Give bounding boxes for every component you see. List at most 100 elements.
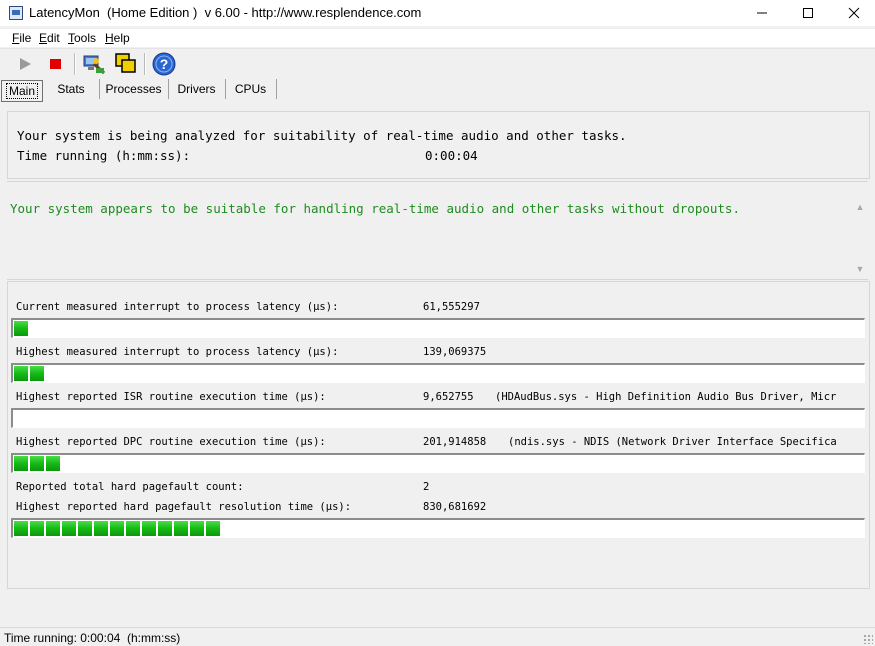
dpc-driver-info: (ndis.sys - NDIS (Network Driver Interfa…	[508, 436, 837, 448]
stop-button[interactable]	[44, 52, 68, 76]
pagefault-resolution-label: Highest reported hard pagefault resoluti…	[16, 501, 352, 513]
current-latency-value: 61,555297	[423, 301, 480, 313]
pagefault-count-value: 2	[423, 481, 430, 493]
tab-main[interactable]: Main	[1, 80, 43, 102]
tab-cpus-label: CPUs	[234, 82, 267, 96]
scroll-up-arrow-icon[interactable]: ▲	[855, 202, 865, 212]
isr-driver-info: (HDAudBus.sys - High Definition Audio Bu…	[495, 391, 837, 403]
analysis-message: Your system is being analyzed for suitab…	[17, 128, 627, 143]
menu-help-hotkey: H	[105, 31, 114, 45]
window-title: LatencyMon (Home Edition ) v 6.00 - http…	[29, 5, 422, 20]
scroll-down-arrow-icon[interactable]: ▼	[855, 264, 865, 274]
pagefault-resolution-bar-fill	[14, 521, 222, 536]
verdict-text: Your system appears to be suitable for h…	[10, 201, 740, 216]
bar-segment	[46, 521, 60, 536]
tab-main-label: Main	[5, 83, 38, 99]
time-running-value: 0:00:04	[425, 148, 478, 163]
help-icon: ?	[152, 52, 176, 76]
dpc-bar-fill	[14, 456, 62, 471]
bar-segment	[174, 521, 188, 536]
bar-segment	[30, 456, 44, 471]
highest-latency-bar	[11, 363, 865, 383]
tab-processes[interactable]: Processes	[99, 79, 169, 99]
metrics-panel: Current measured interrupt to process la…	[7, 281, 870, 589]
bar-segment	[14, 321, 28, 336]
menu-file-label: ile	[19, 31, 32, 45]
start-button[interactable]	[13, 52, 37, 76]
minimize-icon	[757, 12, 767, 14]
stop-icon	[50, 59, 61, 69]
windows-button[interactable]	[114, 52, 138, 76]
bar-segment	[142, 521, 156, 536]
windows-icon	[115, 53, 136, 73]
menu-tools[interactable]: Tools	[68, 31, 96, 45]
toolbar-separator	[144, 53, 146, 75]
scan-button[interactable]	[82, 52, 106, 76]
svg-text:?: ?	[160, 56, 169, 72]
help-button[interactable]: ?	[152, 52, 176, 76]
menu-edit-label: dit	[47, 31, 60, 45]
current-latency-bar-fill	[14, 321, 30, 336]
bar-segment	[190, 521, 204, 536]
maximize-button[interactable]	[785, 0, 831, 26]
menu-tools-label: ools	[74, 31, 97, 45]
current-latency-bar	[11, 318, 865, 338]
status-bar: Time running: 0:00:04 (h:mm:ss)	[0, 627, 875, 646]
status-text: Time running: 0:00:04 (h:mm:ss)	[4, 631, 181, 645]
dpc-bar	[11, 453, 865, 473]
menu-bar: File Edit Tools Help	[0, 29, 875, 47]
menu-help[interactable]: Help	[105, 31, 130, 45]
dpc-label: Highest reported DPC routine execution t…	[16, 436, 326, 448]
time-running-label: Time running (h:mm:ss):	[17, 148, 191, 163]
bar-segment	[46, 456, 60, 471]
highest-latency-bar-fill	[14, 366, 46, 381]
pagefault-resolution-bar	[11, 518, 865, 538]
maximize-icon	[803, 8, 813, 18]
menu-help-label: elp	[113, 31, 130, 45]
app-icon	[9, 6, 23, 20]
analysis-panel: Your system is being analyzed for suitab…	[7, 111, 870, 179]
bar-segment	[30, 366, 44, 381]
close-button[interactable]	[831, 0, 875, 26]
tab-drivers[interactable]: Drivers	[168, 79, 226, 99]
menu-edit-hotkey: E	[39, 31, 48, 45]
highest-latency-label: Highest measured interrupt to process la…	[16, 346, 339, 358]
dpc-value: 201,914858	[423, 436, 487, 448]
menu-edit[interactable]: Edit	[39, 31, 60, 45]
resize-grip-icon[interactable]	[863, 634, 873, 644]
toolbar-separator	[74, 53, 76, 75]
pagefault-resolution-value: 830,681692	[423, 501, 487, 513]
verdict-panel: Your system appears to be suitable for h…	[7, 181, 868, 280]
isr-value: 9,652755	[423, 391, 474, 403]
bar-segment	[110, 521, 124, 536]
highest-latency-value: 139,069375	[423, 346, 487, 358]
tab-stats-label: Stats	[57, 82, 85, 96]
minimize-button[interactable]	[739, 0, 785, 26]
computer-scan-icon	[83, 55, 106, 75]
tab-bar: Main Stats Processes Drivers CPUs	[0, 79, 875, 102]
play-icon	[20, 58, 31, 70]
toolbar: ?	[0, 48, 875, 79]
bar-segment	[14, 521, 28, 536]
title-bar: LatencyMon (Home Edition ) v 6.00 - http…	[0, 0, 875, 26]
bar-segment	[14, 366, 28, 381]
tab-cpus[interactable]: CPUs	[225, 79, 277, 99]
bar-segment	[14, 456, 28, 471]
isr-label: Highest reported ISR routine execution t…	[16, 391, 326, 403]
close-icon	[848, 7, 860, 19]
current-latency-label: Current measured interrupt to process la…	[16, 301, 339, 313]
verdict-scrollbar[interactable]: ▲ ▼	[852, 182, 868, 279]
bar-segment	[30, 521, 44, 536]
bar-segment	[126, 521, 140, 536]
bar-segment	[158, 521, 172, 536]
tab-drivers-label: Drivers	[177, 82, 216, 96]
menu-file[interactable]: File	[12, 31, 31, 45]
tab-processes-label: Processes	[105, 82, 162, 96]
bar-segment	[94, 521, 108, 536]
bar-segment	[206, 521, 220, 536]
bar-segment	[62, 521, 76, 536]
bar-segment	[78, 521, 92, 536]
pagefault-count-label: Reported total hard pagefault count:	[16, 481, 244, 493]
tab-stats[interactable]: Stats	[43, 79, 100, 99]
isr-bar	[11, 408, 865, 428]
